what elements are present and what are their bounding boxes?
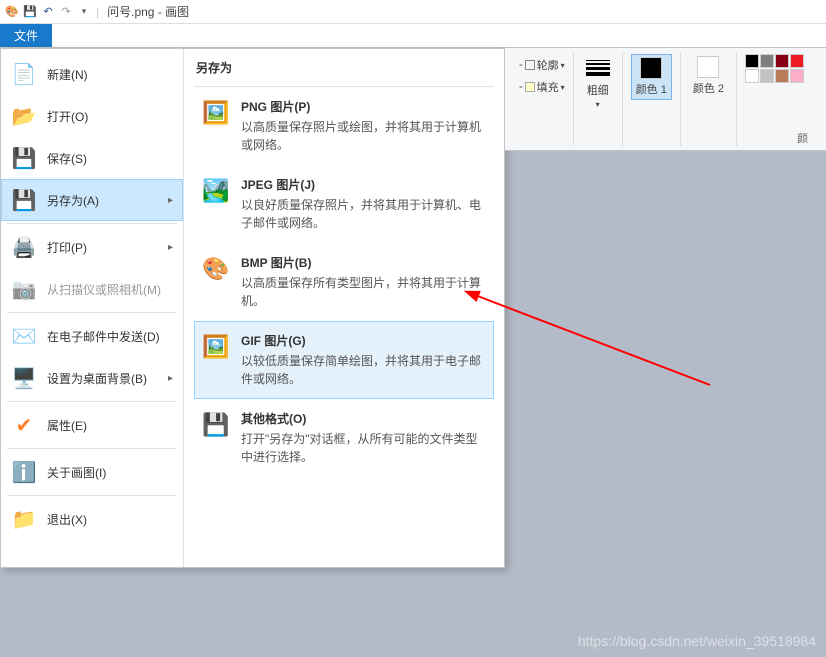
menu-about[interactable]: ℹ️ 关于画图(I) (1, 451, 183, 493)
saveas-submenu: 另存为 🖼️ PNG 图片(P) 以高质量保存照片或绘图，并将其用于计算机或网络… (184, 49, 504, 567)
menu-label: 从扫描仪或照相机(M) (47, 281, 161, 298)
menu-label: 退出(X) (47, 511, 87, 528)
file-tab[interactable]: 文件 (0, 24, 52, 47)
menu-saveas[interactable]: 💾 另存为(A) ▸ (1, 179, 183, 221)
menu-label: 关于画图(I) (47, 464, 106, 481)
exit-icon: 📁 (11, 506, 37, 532)
other-file-icon: 💾 (201, 410, 231, 440)
customize-icon[interactable]: ▾ (76, 4, 92, 20)
separator (7, 448, 177, 449)
menu-email[interactable]: ✉️ 在电子邮件中发送(D) (1, 315, 183, 357)
saveas-text: 其他格式(O) 打开"另存为"对话框，从所有可能的文件类型中进行选择。 (241, 410, 487, 466)
menu-label: 属性(E) (47, 417, 87, 434)
ribbon-tabs: 文件 (0, 24, 826, 48)
color1-swatch (640, 57, 662, 79)
menu-exit[interactable]: 📁 退出(X) (1, 498, 183, 540)
saveas-icon: 💾 (11, 187, 37, 213)
menu-open[interactable]: 📂 打开(O) (1, 95, 183, 137)
ribbon-partial: - 轮廓 ▾ - 填充 ▾ 粗细 ▾ 颜色 1 (505, 48, 826, 151)
saveas-bmp[interactable]: 🎨 BMP 图片(B) 以高质量保存所有类型图片，并将其用于计算机。 (194, 243, 494, 321)
window-title: 问号.png - 画图 (107, 3, 189, 20)
menu-new[interactable]: 📄 新建(N) (1, 53, 183, 95)
palette-swatch[interactable] (760, 69, 774, 83)
quick-access-toolbar: 🎨 💾 ↶ ↷ ▾ (4, 4, 92, 20)
fill-dropdown[interactable]: - 填充 ▾ (519, 76, 565, 98)
jpeg-file-icon: 🏞️ (201, 176, 231, 206)
undo-icon[interactable]: ↶ (40, 4, 56, 20)
thickness-button[interactable]: 粗细 ▾ (582, 54, 614, 111)
separator: | (96, 5, 99, 19)
printer-icon: 🖨️ (11, 234, 37, 260)
separator (7, 495, 177, 496)
info-icon: ℹ️ (11, 459, 37, 485)
color1-button[interactable]: 颜色 1 (631, 54, 672, 100)
png-file-icon: 🖼️ (201, 98, 231, 128)
saveas-text: BMP 图片(B) 以高质量保存所有类型图片，并将其用于计算机。 (241, 254, 487, 310)
palette-swatch[interactable] (775, 69, 789, 83)
bmp-file-icon: 🎨 (201, 254, 231, 284)
menu-desktop-bg[interactable]: 🖥️ 设置为桌面背景(B) ▸ (1, 357, 183, 399)
saveas-text: GIF 图片(G) 以较低质量保存简单绘图，并将其用于电子邮件或网络。 (241, 332, 487, 388)
outline-dropdown[interactable]: - 轮廓 ▾ (519, 54, 565, 76)
check-icon: ✔ (11, 412, 37, 438)
separator (7, 401, 177, 402)
submenu-arrow-icon: ▸ (168, 373, 173, 384)
color2-button[interactable]: 颜色 2 (689, 54, 728, 98)
scanner-icon: 📷 (11, 276, 37, 302)
saveas-header: 另存为 (194, 55, 494, 87)
saveas-jpeg[interactable]: 🏞️ JPEG 图片(J) 以良好质量保存照片，并将其用于计算机、电子邮件或网络… (194, 165, 494, 243)
palette-swatch[interactable] (775, 54, 789, 68)
redo-icon[interactable]: ↷ (58, 4, 74, 20)
menu-label: 在电子邮件中发送(D) (47, 328, 160, 345)
menu-save[interactable]: 💾 保存(S) (1, 137, 183, 179)
ribbon-group-shape-outline: - 轮廓 ▾ - 填充 ▾ (511, 52, 574, 146)
file-menu-left: 📄 新建(N) 📂 打开(O) 💾 保存(S) 💾 另存为(A) ▸ 🖨️ 打印… (1, 49, 184, 567)
menu-label: 新建(N) (47, 66, 88, 83)
menu-label: 打印(P) (47, 239, 87, 256)
palette-swatch[interactable] (790, 69, 804, 83)
colors-group-label: 颜 (737, 130, 812, 146)
save-disk-icon: 💾 (11, 145, 37, 171)
saveas-text: PNG 图片(P) 以高质量保存照片或绘图，并将其用于计算机或网络。 (241, 98, 487, 154)
email-icon: ✉️ (11, 323, 37, 349)
open-folder-icon: 📂 (11, 103, 37, 129)
palette-swatch[interactable] (745, 54, 759, 68)
palette-swatch[interactable] (760, 54, 774, 68)
menu-label: 保存(S) (47, 150, 87, 167)
file-menu: 📄 新建(N) 📂 打开(O) 💾 保存(S) 💾 另存为(A) ▸ 🖨️ 打印… (0, 48, 505, 568)
palette-swatch[interactable] (745, 69, 759, 83)
submenu-arrow-icon: ▸ (168, 242, 173, 253)
menu-label: 另存为(A) (47, 192, 99, 209)
watermark: https://blog.csdn.net/weixin_39518984 (578, 633, 816, 649)
app-icon: 🎨 (4, 4, 20, 20)
menu-scanner[interactable]: 📷 从扫描仪或照相机(M) (1, 268, 183, 310)
desktop-icon: 🖥️ (11, 365, 37, 391)
gif-file-icon: 🖼️ (201, 332, 231, 362)
color-palette[interactable] (745, 54, 804, 83)
separator (7, 223, 177, 224)
menu-print[interactable]: 🖨️ 打印(P) ▸ (1, 226, 183, 268)
menu-label: 打开(O) (47, 108, 88, 125)
saveas-other[interactable]: 💾 其他格式(O) 打开"另存为"对话框，从所有可能的文件类型中进行选择。 (194, 399, 494, 477)
ribbon-group-color2: 颜色 2 (681, 52, 737, 146)
saveas-text: JPEG 图片(J) 以良好质量保存照片，并将其用于计算机、电子邮件或网络。 (241, 176, 487, 232)
title-bar: 🎨 💾 ↶ ↷ ▾ | 问号.png - 画图 (0, 0, 826, 24)
save-icon[interactable]: 💾 (22, 4, 38, 20)
new-file-icon: 📄 (11, 61, 37, 87)
ribbon-group-palette: 颜 (737, 52, 812, 146)
saveas-gif[interactable]: 🖼️ GIF 图片(G) 以较低质量保存简单绘图，并将其用于电子邮件或网络。 (194, 321, 494, 399)
saveas-png[interactable]: 🖼️ PNG 图片(P) 以高质量保存照片或绘图，并将其用于计算机或网络。 (194, 87, 494, 165)
menu-properties[interactable]: ✔ 属性(E) (1, 404, 183, 446)
ribbon-group-thickness: 粗细 ▾ (574, 52, 623, 146)
palette-swatch[interactable] (790, 54, 804, 68)
ribbon-group-color1: 颜色 1 (623, 52, 681, 146)
color2-swatch (697, 56, 719, 78)
menu-label: 设置为桌面背景(B) (47, 370, 147, 387)
submenu-arrow-icon: ▸ (168, 195, 173, 206)
separator (7, 312, 177, 313)
